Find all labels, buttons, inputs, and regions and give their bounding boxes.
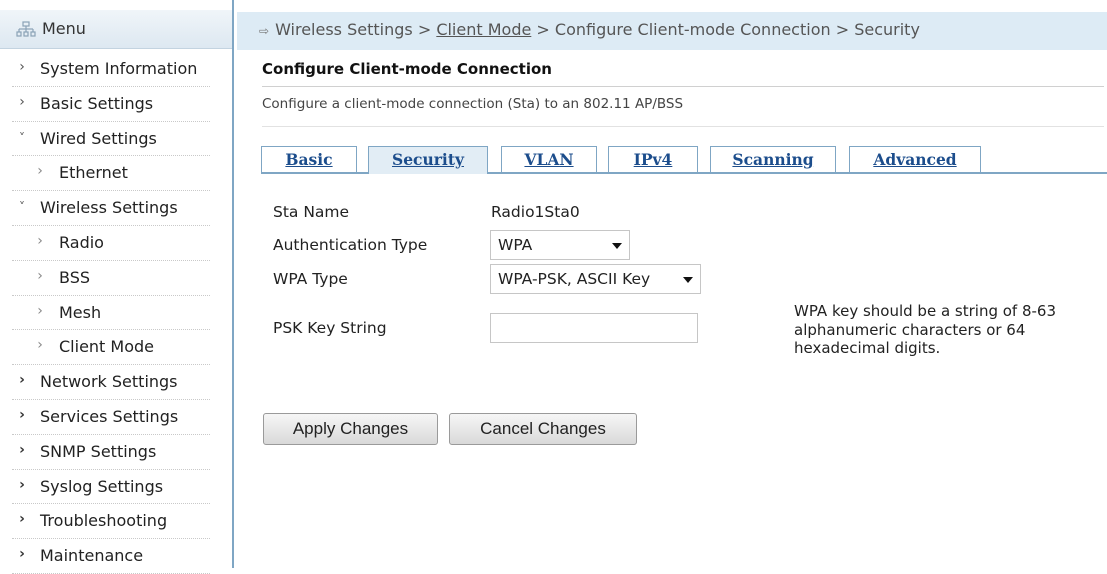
sidebar-item-label: Maintenance [40, 546, 144, 566]
sta-name-value: Radio1Sta0 [491, 203, 580, 221]
sidebar-item-label: Radio [59, 232, 104, 252]
sidebar-item-label: Services Settings [40, 406, 179, 426]
sidebar-item-mesh[interactable]: › Mesh [12, 296, 210, 331]
psk-key-label: PSK Key String [273, 319, 387, 337]
wpa-type-select[interactable]: WPA-PSK, ASCII Key [490, 264, 701, 294]
tab-ipv4[interactable]: IPv4 [608, 146, 698, 172]
page-description: Configure a client-mode connection (Sta)… [262, 96, 684, 112]
sidebar-item-label: Client Mode [59, 337, 154, 357]
tab-bar: Basic Security VLAN IPv4 Scanning Advanc… [261, 146, 1107, 174]
chevron-right-icon: › [19, 476, 25, 493]
sidebar-item-label: SNMP Settings [40, 441, 157, 461]
auth-type-value: WPA [498, 236, 533, 254]
sidebar-item-label: Troubleshooting [40, 511, 168, 531]
tab-security[interactable]: Security [368, 146, 488, 174]
sidebar-item-network-settings[interactable]: › Network Settings [12, 365, 210, 400]
sidebar-item-services-settings[interactable]: › Services Settings [12, 400, 210, 435]
cancel-changes-button[interactable]: Cancel Changes [449, 413, 637, 445]
sidebar-item-label: Wired Settings [40, 128, 157, 148]
dropdown-caret-icon [683, 277, 693, 283]
psk-key-input[interactable] [490, 313, 698, 343]
sidebar-item-label: Network Settings [40, 372, 178, 392]
breadcrumb-wireless-settings: Wireless Settings [275, 20, 413, 39]
sidebar-item-label: BSS [59, 267, 91, 287]
breadcrumb-separator: > [536, 20, 550, 39]
sidebar: Menu › System Information › Basic Settings ˅… [0, 0, 234, 574]
sidebar-item-wireless-settings[interactable]: ˅ Wireless Settings [12, 191, 210, 226]
wpa-type-value: WPA-PSK, ASCII Key [498, 270, 651, 288]
breadcrumb-separator: > [835, 20, 850, 39]
sidebar-item-troubleshooting[interactable]: › Troubleshooting [12, 504, 210, 540]
chevron-right-icon: › [37, 232, 43, 249]
sitemap-icon [16, 21, 36, 37]
breadcrumb-configure-connection: Configure Client-mode Connection [554, 20, 831, 39]
sidebar-item-label: Ethernet [59, 163, 128, 183]
chevron-right-icon: › [19, 59, 25, 75]
tab-vlan[interactable]: VLAN [501, 146, 597, 172]
psk-help-text: WPA key should be a string of 8-63 alpha… [794, 302, 1057, 357]
chevron-right-icon: › [19, 406, 25, 423]
divider [262, 86, 1104, 87]
chevron-right-icon: › [37, 337, 43, 354]
menu-title: Menu [42, 19, 86, 38]
chevron-right-icon: › [37, 302, 43, 319]
breadcrumb-separator: > [417, 20, 432, 39]
sidebar-item-syslog-settings[interactable]: › Syslog Settings [12, 470, 210, 505]
chevron-right-icon: › [37, 267, 43, 284]
chevron-down-icon: ˅ [19, 130, 25, 145]
breadcrumb-arrow-icon: ⇨ [259, 24, 270, 38]
sidebar-item-snmp-settings[interactable]: › SNMP Settings [12, 435, 210, 470]
divider [262, 126, 1104, 127]
chevron-right-icon: › [19, 93, 25, 110]
sidebar-item-label: Basic Settings [40, 93, 154, 113]
sidebar-item-ethernet[interactable]: › Ethernet [12, 156, 210, 192]
breadcrumb-security: Security [854, 20, 920, 39]
sidebar-item-label: Syslog Settings [40, 476, 164, 496]
page-title: Configure Client-mode Connection [262, 60, 552, 78]
breadcrumb: ⇨ Wireless Settings > Client Mode > Confi… [237, 12, 1107, 50]
chevron-right-icon: › [19, 546, 25, 563]
chevron-right-icon: › [19, 441, 25, 458]
tab-scanning[interactable]: Scanning [710, 146, 836, 172]
chevron-right-icon: › [19, 511, 25, 528]
tab-basic[interactable]: Basic [261, 146, 357, 172]
breadcrumb-client-mode-link[interactable]: Client Mode [436, 20, 531, 39]
sidebar-item-client-mode[interactable]: › Client Mode [12, 330, 210, 366]
sidebar-item-label: Wireless Settings [40, 198, 178, 218]
chevron-right-icon: › [19, 372, 25, 389]
sidebar-item-label: Mesh [59, 302, 102, 322]
sidebar-item-label: System Information [40, 59, 198, 78]
sidebar-item-basic-settings[interactable]: › Basic Settings [12, 87, 210, 122]
tab-advanced[interactable]: Advanced [849, 146, 981, 172]
sidebar-item-bss[interactable]: › BSS [12, 261, 210, 296]
sidebar-item-wired-settings[interactable]: ˅ Wired Settings [12, 122, 210, 157]
dropdown-caret-icon [612, 243, 622, 249]
auth-type-label: Authentication Type [273, 236, 428, 254]
sidebar-item-system-information[interactable]: › System Information [12, 52, 210, 87]
sta-name-label: Sta Name [273, 203, 350, 221]
auth-type-select[interactable]: WPA [490, 230, 630, 260]
menu-header: Menu [0, 10, 232, 49]
sidebar-nav: › System Information › Basic Settings ˅ Wired… [0, 52, 232, 574]
wpa-type-label: WPA Type [273, 270, 348, 288]
apply-changes-button[interactable]: Apply Changes [263, 413, 438, 445]
chevron-right-icon: › [37, 163, 43, 180]
sidebar-item-radio[interactable]: › Radio [12, 226, 210, 261]
chevron-down-icon: ˅ [19, 200, 25, 215]
sidebar-item-maintenance[interactable]: › Maintenance [12, 539, 210, 574]
